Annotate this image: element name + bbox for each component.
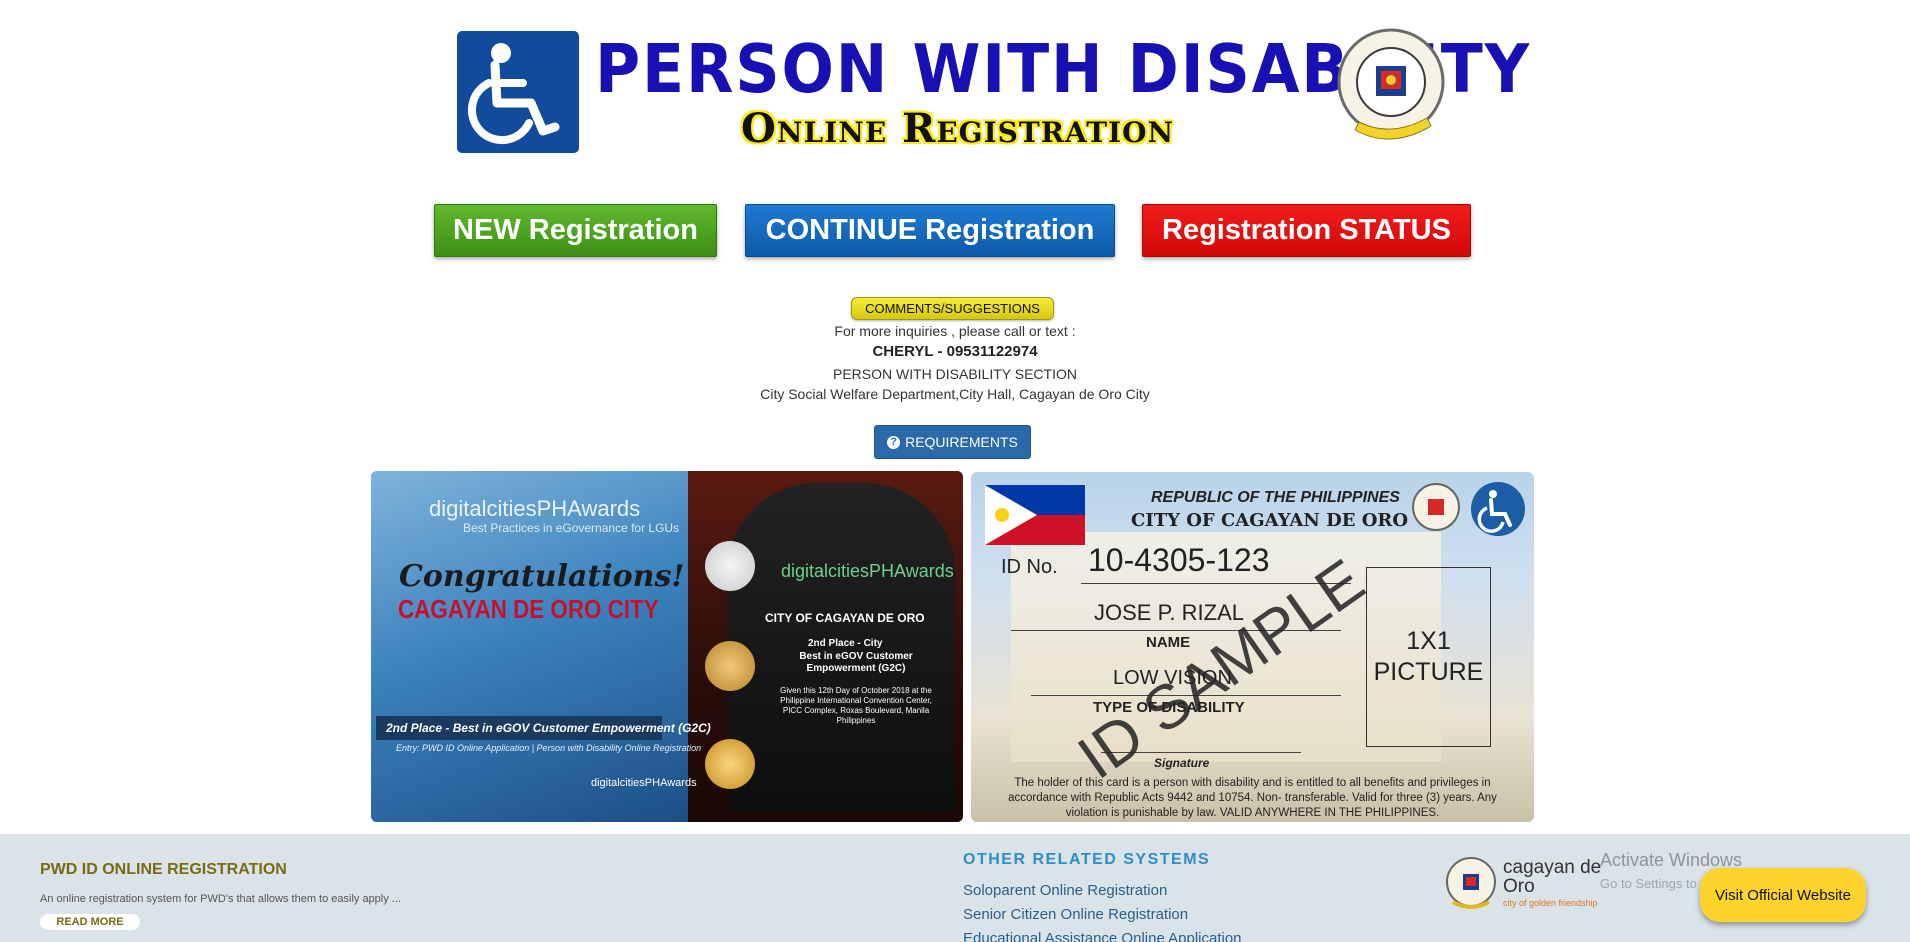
award-brand-sub: Best Practices in eGovernance for LGUs (463, 521, 680, 535)
link-senior-citizen[interactable]: Senior Citizen Online Registration (963, 906, 1188, 923)
link-educational-assistance[interactable]: Educational Assistance Online Applicatio… (963, 930, 1242, 942)
award-banner: digitalcitiesPHAwards Best Practices in … (371, 471, 963, 822)
question-circle-icon: ? (887, 435, 901, 449)
id-number-label: ID No. (1001, 556, 1058, 578)
wheelchair-logo-icon (457, 31, 579, 153)
id-number: 10-4305-123 (1088, 542, 1270, 578)
registration-status-button[interactable]: Registration STATUS (1142, 204, 1471, 257)
footer-description: An online registration system for PWD's … (40, 893, 401, 905)
award-entry: Entry: PWD ID Online Application | Perso… (396, 743, 702, 753)
plaque-city: CITY OF CAGAYAN DE ORO (765, 611, 925, 625)
cagayan-de-oro-logo: cagayan de Oro city of golden friendship (1503, 858, 1603, 910)
page-footer: PWD ID ONLINE REGISTRATION An online reg… (0, 834, 1910, 942)
award-brand: digitalcitiesPHAwards (429, 496, 641, 521)
inquiries-text: For more inquiries , please call or text… (834, 323, 1076, 339)
plaque-desc: Best in eGOV Customer Empowerment (G2C) (799, 651, 913, 674)
requirements-label: REQUIREMENTS (905, 434, 1018, 450)
read-more-button[interactable]: READ MORE (40, 914, 140, 930)
continue-registration-button[interactable]: CONTINUE Registration (745, 204, 1115, 257)
cdo-brand: cagayan de Oro (1503, 857, 1602, 897)
id-name: JOSE P. RIZAL (1094, 600, 1244, 625)
award-city: CAGAYAN DE ORO CITY (398, 594, 659, 624)
cdo-tagline: city of golden friendship (1503, 898, 1598, 908)
requirements-button[interactable]: ? REQUIREMENTS (874, 425, 1031, 459)
plaque-brand: digitalcitiesPHAwards (781, 561, 954, 581)
id-city-seal-icon (1411, 482, 1461, 532)
award-logo-1-icon (705, 541, 755, 591)
id-city: CITY OF CAGAYAN DE ORO (1131, 510, 1409, 531)
page-title: PERSON WITH DISABILITY (595, 30, 1532, 108)
dilg-logo-icon (705, 739, 755, 789)
comments-suggestions-button[interactable]: COMMENTS/SUGGESTIONS (851, 297, 1054, 320)
id-photo-box: 1X1 PICTURE (1366, 567, 1491, 747)
city-seal-icon (1335, 22, 1453, 150)
contact-text: CHERYL - 09531122974 (872, 343, 1038, 360)
address-text: City Social Welfare Department,City Hall… (760, 386, 1150, 402)
award-logo-2-icon (705, 641, 755, 691)
id-signature-caption: Signature (1154, 756, 1210, 770)
footer-title: PWD ID ONLINE REGISTRATION (40, 861, 287, 878)
footer-city-seal-icon (1445, 856, 1497, 912)
award-place: 2nd Place - Best in eGOV Customer Empowe… (376, 716, 711, 740)
award-congrats: Congratulations! (399, 559, 685, 594)
other-systems-title: OTHER RELATED SYSTEMS (963, 851, 1211, 868)
sample-id-card: REPUBLIC OF THE PHILIPPINES CITY OF CAGA… (971, 472, 1534, 822)
link-soloparent[interactable]: Soloparent Online Registration (963, 882, 1167, 899)
page-subtitle: Online Registration (741, 105, 1175, 152)
plaque-place: 2nd Place - City (808, 638, 883, 649)
new-registration-button[interactable]: NEW Registration (434, 204, 717, 257)
philippine-flag-icon (985, 485, 1085, 545)
id-note: The holder of this card is a person with… (1008, 777, 1497, 819)
id-name-caption: NAME (1146, 634, 1191, 651)
section-text: PERSON WITH DISABILITY SECTION (832, 366, 1077, 382)
id-wheelchair-icon (1471, 482, 1525, 536)
visit-official-website-button[interactable]: Visit Official Website (1700, 868, 1866, 922)
award-footer: digitalcitiesPHAwards (591, 777, 697, 789)
plaque-given: Given this 12th Day of October 2018 at t… (780, 686, 932, 725)
page-header: PERSON WITH DISABILITY Online Registrati… (457, 28, 1532, 160)
id-republic: REPUBLIC OF THE PHILIPPINES (1151, 489, 1400, 506)
